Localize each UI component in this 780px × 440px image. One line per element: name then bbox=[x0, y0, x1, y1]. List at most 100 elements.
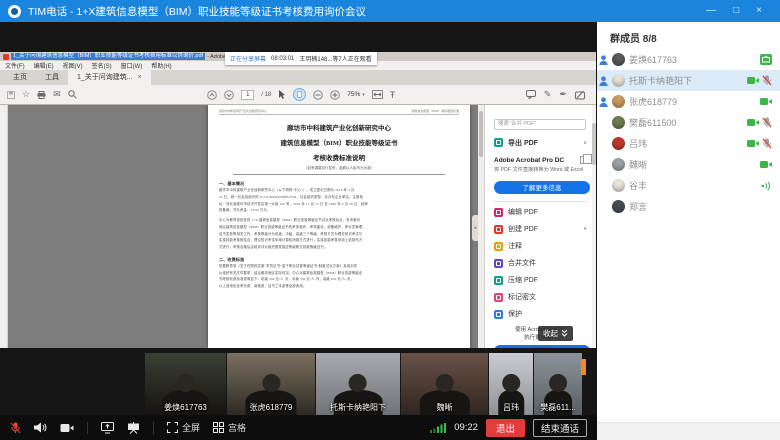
print-icon[interactable] bbox=[37, 91, 46, 99]
member-name: 张虎618779 bbox=[629, 95, 756, 108]
tool-label: 创建 PDF bbox=[508, 224, 538, 234]
maximize-button[interactable]: □ bbox=[733, 0, 739, 22]
pencil-icon[interactable]: ✎ bbox=[544, 89, 552, 100]
page-up-icon[interactable] bbox=[207, 90, 217, 100]
zoom-out-icon[interactable] bbox=[313, 90, 323, 100]
nav-pane-strip[interactable] bbox=[0, 105, 8, 348]
page-down-icon[interactable] bbox=[224, 90, 234, 100]
video-thumbnail[interactable]: 姜焕617763 bbox=[145, 353, 226, 415]
pdf-page: 廊坊市中科建筑产业化创新研究中心 建筑信息模型（BIM）考核收费标准 廊坊市中科… bbox=[208, 105, 470, 348]
sidebar-footer bbox=[597, 422, 780, 440]
member-row[interactable]: 樊磊611500 bbox=[597, 112, 780, 133]
tab-document[interactable]: 1_关于问询建筑... × bbox=[68, 70, 151, 85]
export-pdf-row[interactable]: 导出 PDF ∧ bbox=[494, 134, 587, 151]
menu-item[interactable]: 文件(F) bbox=[5, 61, 25, 70]
panel-collapse-handle[interactable]: ◂ bbox=[472, 215, 478, 241]
video-thumbnail[interactable]: 托斯卡纳艳阳下 bbox=[316, 353, 400, 415]
panel-tool-row[interactable]: 注释 bbox=[494, 238, 587, 255]
end-call-button[interactable]: 结束通话 bbox=[533, 419, 587, 437]
avatar bbox=[612, 200, 625, 213]
panel-tool-row[interactable]: 合并文件 bbox=[494, 255, 587, 272]
collapse-videos-button[interactable]: 收起 bbox=[538, 326, 573, 341]
video-thumbnail[interactable]: 张虎618779 bbox=[227, 353, 315, 415]
document-area[interactable]: 廊坊市中科建筑产业化创新研究中心 建筑信息模型（BIM）考核收费标准 廊坊市中科… bbox=[8, 105, 478, 348]
free-trial-button[interactable]: 免费试用 bbox=[494, 345, 590, 348]
video-participant-name: 张虎618779 bbox=[250, 402, 293, 413]
camera-on-icon bbox=[760, 160, 772, 169]
zoom-in-icon[interactable] bbox=[330, 90, 340, 100]
menu-item[interactable]: 帮助(H) bbox=[151, 61, 171, 70]
member-row[interactable]: 张虎618779 bbox=[597, 91, 780, 112]
camera-on-icon bbox=[747, 76, 759, 85]
fullscreen-button[interactable]: 全屏 bbox=[167, 421, 200, 434]
star-icon[interactable]: ☆ bbox=[22, 89, 30, 100]
menu-item[interactable]: 视图(V) bbox=[63, 61, 83, 70]
learn-more-button[interactable]: 了解更多信息 bbox=[494, 181, 590, 194]
member-row[interactable]: 谷丰 bbox=[597, 175, 780, 196]
close-button[interactable]: × bbox=[756, 0, 762, 22]
hand-tool-icon[interactable] bbox=[293, 88, 306, 101]
member-row[interactable]: 郑言 bbox=[597, 196, 780, 217]
panel-tool-row[interactable]: 压缩 PDF bbox=[494, 272, 587, 289]
screen-share-button[interactable] bbox=[101, 422, 114, 434]
speaker-button[interactable] bbox=[34, 422, 47, 433]
email-icon[interactable]: ✉ bbox=[53, 89, 61, 100]
tab-tools[interactable]: 工具 bbox=[36, 70, 68, 85]
doc-text-line: 证书发放等相关工作。考核等级分为初级、中级、高级三个等级，考核方式为理论知识考试… bbox=[219, 231, 459, 238]
exit-button[interactable]: 退出 bbox=[486, 419, 525, 437]
chevron-up-icon[interactable]: ∧ bbox=[583, 140, 587, 146]
member-row[interactable]: 姜焕617763 bbox=[597, 49, 780, 70]
whiteboard-button[interactable] bbox=[127, 422, 140, 434]
menu-item[interactable]: 签名(S) bbox=[92, 61, 112, 70]
fit-width-icon[interactable] bbox=[372, 90, 383, 99]
fullscreen-label: 全屏 bbox=[182, 421, 200, 434]
comment-icon[interactable] bbox=[526, 90, 536, 99]
doc-text-line: 址：河北省廊坊市经济开发区第一大街 106 号，2019 年 11 月 15 日… bbox=[219, 201, 459, 208]
tools-search-input[interactable] bbox=[494, 119, 586, 130]
tool-icon bbox=[494, 293, 503, 302]
member-row[interactable]: 托斯卡纳艳阳下 bbox=[597, 70, 780, 91]
share-status: 正在分享屏幕 bbox=[230, 54, 266, 63]
member-row[interactable]: 魏晰 bbox=[597, 154, 780, 175]
doc-body2: 中心为教育部批准的 1+X 建筑信息模型（BIM）职业技能等级证书试点考核站点，… bbox=[219, 217, 459, 251]
search-icon[interactable] bbox=[68, 90, 77, 99]
panel-scrollbar[interactable] bbox=[592, 105, 596, 348]
tool-label: 压缩 PDF bbox=[508, 275, 538, 285]
video-thumbnail[interactable]: 樊磊611... bbox=[534, 353, 582, 415]
member-row[interactable]: 吕玮 bbox=[597, 133, 780, 154]
panel-tool-row[interactable]: 标记密文 bbox=[494, 289, 587, 306]
camera-button[interactable] bbox=[60, 423, 74, 433]
chevron-down-icon[interactable]: ∨ bbox=[583, 226, 587, 232]
tool-label: 标记密文 bbox=[508, 292, 536, 302]
tab-close-icon[interactable]: × bbox=[138, 74, 142, 81]
tool-icon bbox=[494, 310, 503, 319]
panel-tool-row[interactable]: 编辑 PDF bbox=[494, 204, 587, 221]
menu-item[interactable]: 窗口(W) bbox=[121, 61, 143, 70]
stamp-icon[interactable]: ✒ bbox=[559, 89, 567, 100]
mic-muted-button[interactable] bbox=[10, 422, 21, 434]
panel-tool-row[interactable]: 创建 PDF ∨ bbox=[494, 221, 587, 238]
panel-tool-row[interactable]: 保护 bbox=[494, 306, 587, 323]
in-call-person-icon bbox=[599, 55, 608, 65]
prodc-promo: Adobe Acrobat Pro DC 将 PDF 文件直接转换为 Word … bbox=[494, 156, 587, 194]
save-icon[interactable] bbox=[7, 91, 15, 99]
avatar bbox=[612, 179, 625, 192]
fill-sign-icon[interactable] bbox=[575, 90, 585, 100]
zoom-level-select[interactable]: 75% ▾ bbox=[347, 91, 365, 98]
tab-document-label: 1_关于问询建筑... bbox=[77, 72, 133, 82]
member-status-icons bbox=[747, 138, 772, 149]
menu-item[interactable]: 编辑(E) bbox=[34, 61, 54, 70]
page-number-input[interactable]: 1 bbox=[241, 90, 254, 100]
in-call-person-icon bbox=[599, 76, 608, 86]
audio-speaking-icon bbox=[761, 181, 772, 191]
tab-home[interactable]: 主页 bbox=[4, 70, 36, 85]
select-tool-icon[interactable] bbox=[278, 90, 286, 100]
member-list: 姜焕617763 托斯卡纳艳阳下 张虎618779 樊磊611500 吕玮 bbox=[597, 49, 780, 217]
minimize-button[interactable]: — bbox=[706, 0, 716, 22]
video-thumbnail[interactable]: 吕玮 bbox=[489, 353, 533, 415]
video-thumbnail[interactable]: 魏晰 bbox=[401, 353, 488, 415]
zoom-level-value: 75% bbox=[347, 91, 360, 98]
grid-view-button[interactable]: 宫格 bbox=[213, 421, 246, 434]
read-mode-icon[interactable]: Ŧ bbox=[390, 90, 396, 100]
avatar bbox=[612, 74, 625, 87]
